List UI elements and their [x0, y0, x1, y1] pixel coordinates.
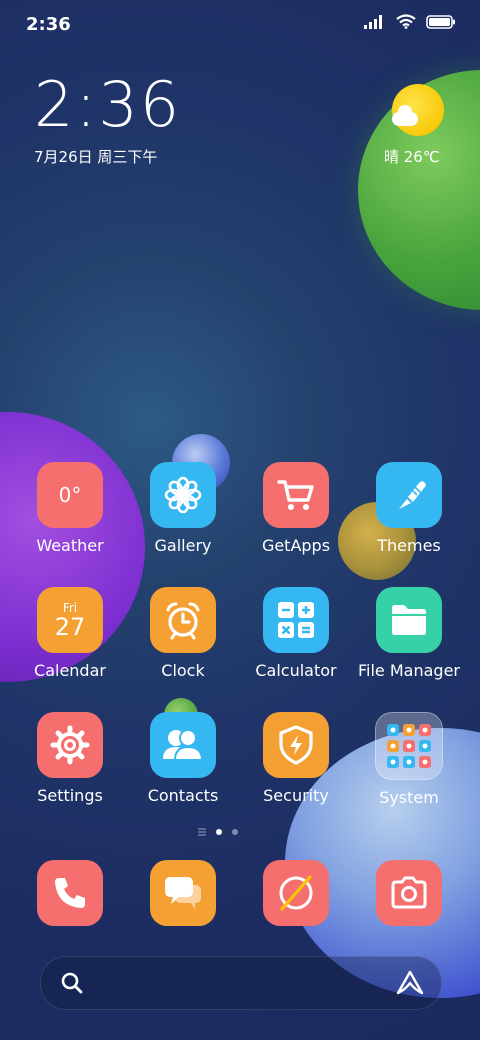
app-getapps[interactable]: GetApps	[240, 462, 352, 555]
shield-icon	[263, 712, 329, 778]
app-security[interactable]: Security	[240, 712, 352, 805]
weather-app-temp: 0°	[58, 483, 82, 507]
app-themes[interactable]: Themes	[353, 462, 465, 555]
assistant-icon[interactable]	[395, 969, 425, 997]
dock-messages[interactable]	[127, 860, 239, 926]
app-label: Gallery	[154, 536, 212, 555]
app-gallery[interactable]: Gallery	[127, 462, 239, 555]
phone-icon	[37, 860, 103, 926]
calculator-icon	[263, 587, 329, 653]
camera-icon	[376, 860, 442, 926]
app-weather[interactable]: 0° Weather	[14, 462, 126, 555]
page-dot-active	[216, 829, 222, 835]
page-dot	[232, 829, 238, 835]
app-contacts[interactable]: Contacts	[127, 712, 239, 805]
dock-phone[interactable]	[14, 860, 126, 926]
app-label: System	[379, 788, 439, 807]
page-indicator[interactable]	[198, 828, 238, 836]
app-calculator[interactable]: Calculator	[240, 587, 352, 680]
status-icons	[364, 14, 456, 29]
app-label: Themes	[377, 536, 441, 555]
status-bar: 2:36	[0, 0, 480, 50]
clock-widget-date: 7月26日 周三下午	[34, 148, 158, 166]
app-label: Calculator	[255, 661, 337, 680]
app-label: Weather	[36, 536, 104, 555]
calendar-date: 27	[54, 613, 86, 642]
gallery-flower-icon	[150, 462, 216, 528]
app-label: Settings	[37, 786, 103, 805]
app-label: Clock	[161, 661, 205, 680]
app-file-manager[interactable]: File Manager	[353, 587, 465, 680]
wifi-icon	[396, 14, 416, 29]
folder-icon	[376, 587, 442, 653]
signal-icon	[364, 14, 382, 29]
gear-icon	[37, 712, 103, 778]
compass-icon	[263, 860, 329, 926]
cloud-icon	[392, 105, 418, 126]
weather-app-icon: 0°	[37, 462, 103, 528]
app-clock[interactable]: Clock	[127, 587, 239, 680]
home-screen: 2:36 2:36 7月26日 周三下午 晴 26℃ 0° Weather Ga…	[0, 0, 480, 1040]
contacts-people-icon	[150, 712, 216, 778]
list-view-icon	[198, 828, 206, 836]
cart-icon	[263, 462, 329, 528]
message-bubbles-icon	[150, 860, 216, 926]
app-label: Security	[263, 786, 329, 805]
app-label: GetApps	[261, 536, 331, 555]
status-time: 2:36	[26, 14, 71, 35]
app-label: Calendar	[34, 661, 106, 680]
app-calendar[interactable]: Fri 27 Calendar	[14, 587, 126, 680]
app-settings[interactable]: Settings	[14, 712, 126, 805]
weather-widget-text: 晴 26℃	[384, 148, 440, 166]
battery-icon	[426, 14, 455, 29]
clock-widget[interactable]: 2:36 7月26日 周三下午	[34, 74, 181, 167]
dock-camera[interactable]	[353, 860, 465, 926]
search-icon	[61, 972, 83, 994]
paintbrush-icon	[376, 462, 442, 528]
clock-widget-time: 2:36	[34, 68, 182, 141]
alarm-clock-icon	[150, 587, 216, 653]
dock-browser[interactable]	[240, 860, 352, 926]
app-label: Contacts	[147, 786, 219, 805]
search-bar[interactable]	[40, 956, 442, 1010]
app-label: File Manager	[358, 661, 460, 680]
app-folder-system[interactable]: System	[353, 712, 465, 807]
calendar-icon: Fri 27	[37, 587, 103, 653]
system-folder-icon	[375, 712, 443, 780]
